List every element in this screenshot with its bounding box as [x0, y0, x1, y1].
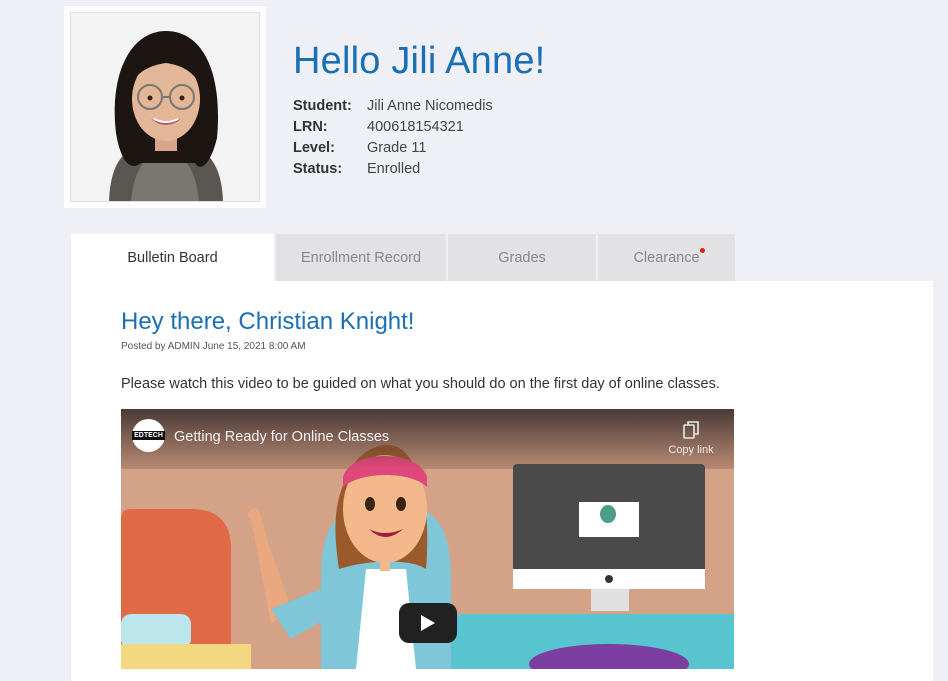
copy-icon	[683, 421, 699, 439]
play-button[interactable]	[399, 603, 457, 643]
copy-link-button[interactable]: Copy link	[666, 421, 716, 456]
info-row-status: Status: Enrolled	[293, 159, 493, 180]
info-value: Grade 11	[367, 140, 427, 156]
video-title[interactable]: Getting Ready for Online Classes	[174, 429, 389, 445]
bulletin-panel: Hey there, Christian Knight! Posted by A…	[71, 281, 933, 681]
info-row-student: Student: Jili Anne Nicomedis	[293, 96, 493, 117]
tab-enrollment-record[interactable]: Enrollment Record	[274, 234, 446, 281]
profile-photo-frame	[64, 6, 266, 208]
tab-bar: Bulletin Board Enrollment Record Grades …	[71, 234, 735, 281]
post-meta: Posted by ADMIN June 15, 2021 8:00 AM	[121, 341, 306, 352]
info-label: Level:	[293, 140, 335, 156]
tab-label: Clearance	[633, 249, 700, 266]
info-label: Student:	[293, 98, 352, 114]
tab-clearance[interactable]: Clearance	[596, 234, 735, 281]
info-label: Status:	[293, 161, 343, 177]
tab-bulletin-board[interactable]: Bulletin Board	[71, 234, 274, 281]
channel-logo[interactable]: EDTECH	[132, 419, 165, 452]
info-value: 400618154321	[367, 119, 464, 135]
profile-photo	[70, 12, 260, 202]
play-icon	[421, 615, 435, 631]
post-body: Please watch this video to be guided on …	[121, 376, 720, 392]
info-value: Enrolled	[367, 161, 421, 177]
student-info: Student: Jili Anne Nicomedis LRN: 400618…	[293, 96, 493, 180]
channel-logo-text: EDTECH	[132, 431, 165, 440]
tab-label: Bulletin Board	[127, 249, 218, 266]
post-title: Hey there, Christian Knight!	[121, 308, 415, 335]
tab-grades[interactable]: Grades	[446, 234, 596, 281]
notification-dot	[700, 248, 705, 253]
copy-link-label: Copy link	[668, 444, 714, 456]
info-row-lrn: LRN: 400618154321	[293, 117, 493, 138]
student-portrait	[71, 13, 259, 201]
greeting-heading: Hello Jili Anne!	[293, 40, 546, 82]
video-player[interactable]: EDTECH Getting Ready for Online Classes …	[121, 409, 734, 669]
tab-label: Grades	[498, 249, 546, 266]
tab-label: Enrollment Record	[300, 249, 422, 266]
info-value: Jili Anne Nicomedis	[367, 98, 493, 114]
info-label: LRN:	[293, 119, 328, 135]
info-row-level: Level: Grade 11	[293, 138, 493, 159]
